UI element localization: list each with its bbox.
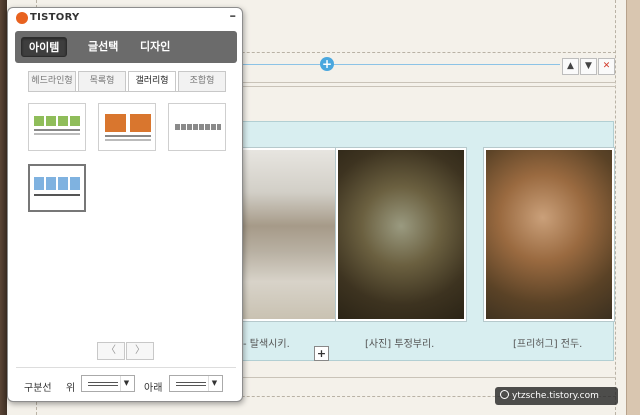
pager-prev-button[interactable]: 〈: [97, 342, 125, 360]
gallery-block: - 탈색시키. [사진] 투정부리. [프리허그] 전두.: [229, 121, 614, 361]
logo-text: TISTORY: [30, 12, 80, 23]
layout-option-4col-blue[interactable]: [28, 164, 86, 212]
gallery-photo[interactable]: [484, 148, 614, 321]
subtab-combination[interactable]: 조합형: [178, 71, 226, 92]
add-item-button[interactable]: +: [314, 346, 329, 361]
footer-divider: [16, 367, 236, 368]
minimize-button[interactable]: –: [230, 9, 237, 24]
watermark: ytzsche.tistory.com: [495, 387, 618, 405]
divider-label: 구분선: [24, 383, 52, 394]
photo-caption[interactable]: [프리허그] 전두.: [513, 335, 582, 350]
line-style-icon: [176, 382, 206, 386]
thumb-strip-icon: [175, 124, 221, 130]
thumb-text-line: [105, 139, 151, 141]
thumb-icon: [105, 114, 126, 132]
tab-post-select[interactable]: 글선택: [81, 37, 125, 57]
layout-option-2col-orange[interactable]: [98, 103, 156, 151]
panel-header[interactable]: TISTORY –: [8, 8, 242, 30]
insert-block-button[interactable]: +: [320, 57, 334, 71]
main-tab-bar: 아이템 글선택 디자인: [15, 31, 237, 63]
sub-tab-bar: 헤드라인형 목록형 갤러리형 조합형: [28, 71, 226, 92]
subtab-list[interactable]: 목록형: [78, 71, 126, 92]
item-panel: TISTORY – 아이템 글선택 디자인 헤드라인형 목록형 갤러리형 조합형: [7, 7, 243, 402]
thumb-text-line: [105, 135, 151, 137]
scrollbar[interactable]: [626, 0, 640, 415]
thumb-icon: [34, 116, 44, 126]
thumb-text-line: [34, 129, 80, 131]
subtab-headline[interactable]: 헤드라인형: [28, 71, 76, 92]
thumb-icon: [46, 116, 56, 126]
move-down-button[interactable]: ▼: [580, 58, 597, 75]
photo-caption[interactable]: - 탈색시키.: [243, 335, 290, 350]
thumb-icon: [70, 116, 80, 126]
thumb-text-line: [34, 133, 80, 135]
copyright-icon: [500, 390, 509, 399]
left-border: [0, 0, 7, 415]
delete-block-button[interactable]: ✕: [598, 58, 615, 75]
layout-option-strip[interactable]: [168, 103, 226, 151]
move-up-button[interactable]: ▲: [562, 58, 579, 75]
sub-tab-underline: [28, 91, 226, 92]
thumb-text-line: [34, 194, 80, 196]
bottom-divider-select[interactable]: ▼: [169, 375, 223, 392]
chevron-down-icon: ▼: [208, 376, 220, 391]
pager-next-button[interactable]: 〉: [126, 342, 154, 360]
insert-guide-line: [240, 64, 560, 65]
top-divider-select[interactable]: ▼: [81, 375, 135, 392]
tab-item[interactable]: 아이템: [21, 37, 68, 57]
layout-option-4col-green[interactable]: [28, 103, 86, 151]
tistory-logo-icon: [16, 12, 28, 24]
thumb-icon: [46, 177, 56, 190]
line-style-icon: [88, 382, 118, 386]
thumb-icon: [58, 116, 68, 126]
thumb-icon: [70, 177, 80, 190]
thumb-icon: [34, 177, 44, 190]
gallery-photo[interactable]: [336, 148, 466, 321]
thumb-icon: [58, 177, 68, 190]
watermark-text: ytzsche.tistory.com: [512, 391, 599, 401]
subtab-gallery[interactable]: 갤러리형: [128, 71, 176, 92]
photo-caption[interactable]: [사진] 투정부리.: [365, 335, 434, 350]
chevron-down-icon: ▼: [120, 376, 132, 391]
top-label: 위: [66, 383, 76, 394]
tab-design[interactable]: 디자인: [133, 37, 177, 57]
bottom-label: 아래: [144, 383, 163, 394]
thumb-icon: [130, 114, 151, 132]
